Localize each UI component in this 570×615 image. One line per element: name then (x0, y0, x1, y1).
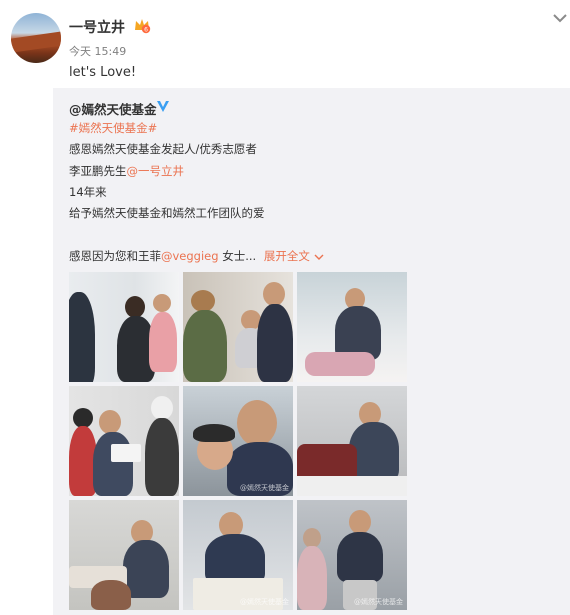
repost-text-line-4: 给予嫣然天使基金和嫣然工作团队的爱 (69, 206, 265, 220)
watermark: @嫣然天使基金 (240, 484, 289, 492)
photo-8[interactable]: @嫣然天使基金 (183, 500, 293, 610)
repost-author[interactable]: @嫣然天使基金 (69, 99, 157, 118)
photo-6[interactable] (297, 386, 407, 496)
repost-text-line-5-prefix: 感恩因为您和王菲 (69, 249, 161, 263)
avatar[interactable] (11, 13, 61, 63)
repost-text-line-3: 14年来 (69, 185, 107, 199)
watermark: @嫣然天使基金 (354, 598, 403, 606)
photo-2[interactable] (183, 272, 293, 382)
photo-9[interactable]: @嫣然天使基金 (297, 500, 407, 610)
timestamp[interactable]: 今天 15:49 (69, 43, 126, 59)
repost-text-line-2-prefix: 李亚鹏先生 (69, 164, 127, 178)
repost-text-line-2: 李亚鹏先生@一号立井 (69, 163, 184, 179)
chevron-down-icon (314, 254, 323, 260)
expand-label: 展开全文 (263, 249, 310, 263)
weibo-post: 一号立井 6 今天 15:49 let's Love! @嫣然天使基金 #嫣然天… (0, 0, 570, 615)
photo-grid: @嫣然天使基金 @嫣然天使基金 @嫣然天使基金 (69, 272, 407, 613)
mention-link-veggieg[interactable]: @veggieg (161, 249, 219, 263)
username[interactable]: 一号立井 (69, 17, 125, 37)
repost-card: @嫣然天使基金 #嫣然天使基金# 感恩嫣然天使基金发起人/优秀志愿者 李亚鹏先生… (53, 88, 570, 615)
photo-1[interactable] (69, 272, 179, 382)
repost-text-line-5: 感恩因为您和王菲@veggieg 女士... 展开全文 (69, 248, 324, 264)
photo-7[interactable] (69, 500, 179, 610)
mention-link[interactable]: @一号立井 (127, 164, 185, 178)
vip-badge-icon[interactable]: 6 (133, 16, 151, 34)
photo-4[interactable] (69, 386, 179, 496)
chevron-down-icon[interactable] (551, 9, 569, 27)
hashtag-link[interactable]: #嫣然天使基金# (69, 120, 157, 136)
watermark: @嫣然天使基金 (240, 598, 289, 606)
expand-full-text-link[interactable]: 展开全文 (264, 249, 324, 263)
photo-3[interactable] (297, 272, 407, 382)
photo-5[interactable]: @嫣然天使基金 (183, 386, 293, 496)
repost-text-line-1: 感恩嫣然天使基金发起人/优秀志愿者 (69, 142, 257, 156)
post-text: let's Love! (69, 65, 137, 80)
repost-text-line-5-suffix: 女士... (218, 249, 257, 263)
verified-icon (157, 101, 169, 112)
svg-text:6: 6 (144, 27, 148, 34)
